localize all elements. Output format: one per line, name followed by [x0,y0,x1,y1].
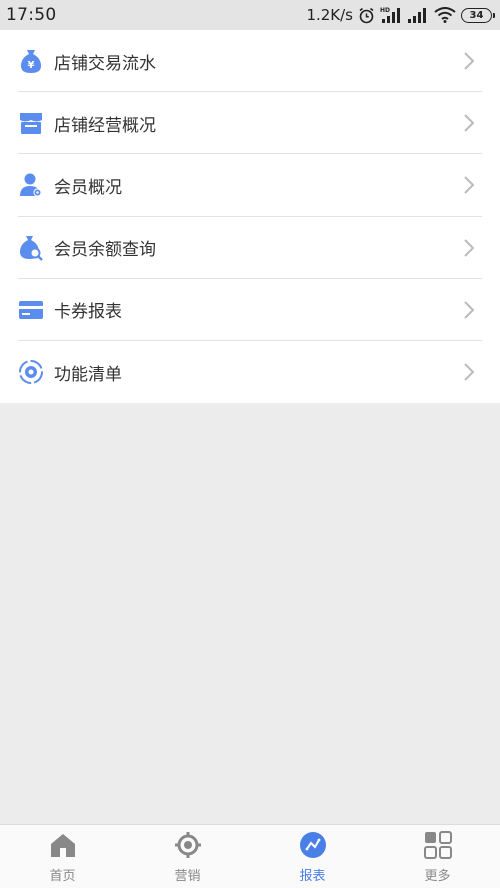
chevron-right-icon [462,113,476,133]
menu-item-label: 店铺经营概况 [54,115,156,136]
menu-item-label: 会员余额查询 [54,240,156,261]
nav-label: 首页 [49,869,76,884]
menu-item-label: 店铺交易流水 [54,53,156,74]
target-icon [174,831,202,859]
menu-item-member-balance[interactable]: 会员余额查询 [0,217,500,279]
chevron-right-icon [462,238,476,258]
status-bar: 17:50 1.2K/s HD 34 [0,0,500,30]
battery-icon: 34 [461,7,495,23]
bottom-nav: 首页 营销 报表 更多 [0,824,500,888]
home-icon [49,831,77,859]
hd-signal-icon: HD [380,6,402,24]
card-icon [18,297,44,323]
menu-item-label: 功能清单 [54,364,122,385]
wifi-icon [434,7,456,23]
nav-label: 更多 [424,869,451,884]
member-icon [18,172,44,198]
menu-item-store-transactions[interactable]: ¥ 店铺交易流水 [0,30,500,93]
menu-item-member-overview[interactable]: 会员概况 [0,154,500,217]
nav-label: 营销 [174,869,201,884]
battery-level: 34 [469,9,484,21]
grid-icon [423,831,452,859]
network-speed: 1.2K/s [306,6,353,24]
menu-item-label: 卡券报表 [54,302,122,323]
chevron-right-icon [462,300,476,320]
status-time: 17:50 [6,5,57,25]
svg-text:¥: ¥ [28,60,35,71]
svg-text:HD: HD [380,7,390,14]
status-right: 1.2K/s HD 34 [306,6,495,24]
signal-icon [407,7,429,23]
menu-item-label: 会员概况 [54,177,122,198]
menu-item-card-report[interactable]: 卡券报表 [0,279,500,341]
menu-item-store-overview[interactable]: 店铺经营概况 [0,92,500,155]
nav-item-reports[interactable]: 报表 [250,825,375,888]
money-bag-icon: ¥ [18,48,44,74]
chevron-right-icon [462,175,476,195]
balance-search-icon [18,235,44,261]
nav-item-more[interactable]: 更多 [375,825,500,888]
nav-item-home[interactable]: 首页 [0,825,125,888]
chevron-right-icon [462,362,476,382]
chevron-right-icon [462,51,476,71]
report-menu-list: ¥ 店铺交易流水 店铺经营概况 会员概况 会员余额查询 卡券报表 功能清单 [0,30,500,404]
chart-icon [299,831,327,859]
menu-item-feature-list[interactable]: 功能清单 [0,341,500,403]
alarm-icon [358,7,375,24]
nav-label: 报表 [299,869,326,884]
store-icon [18,110,44,136]
nav-item-marketing[interactable]: 营销 [125,825,250,888]
settings-icon [18,359,44,385]
